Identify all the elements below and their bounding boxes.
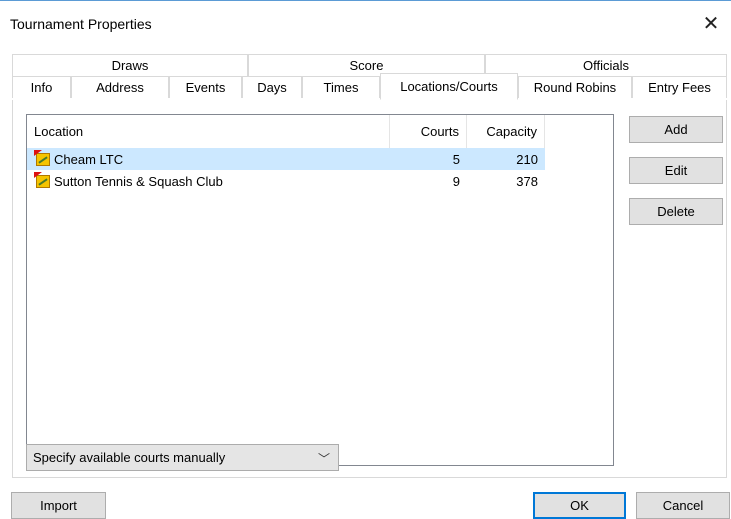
- tab-events[interactable]: Events: [169, 76, 242, 98]
- list-item[interactable]: Cheam LTC 5 210: [27, 148, 545, 170]
- edit-button[interactable]: Edit: [629, 157, 723, 184]
- chevron-down-icon: ﹀: [317, 452, 330, 466]
- capacity-cell: 378: [516, 173, 538, 189]
- capacity-cell: 210: [516, 151, 538, 167]
- tennis-court-icon: [34, 172, 52, 190]
- close-icon: ✕: [702, 12, 720, 35]
- location-cell: Cheam LTC: [34, 148, 123, 170]
- tab-officials[interactable]: Officials: [485, 54, 727, 76]
- location-name: Sutton Tennis & Squash Club: [54, 173, 223, 189]
- courts-cell: 9: [452, 173, 460, 189]
- tab-label: Locations/Courts: [400, 79, 498, 94]
- add-button[interactable]: Add: [629, 116, 723, 143]
- title-bar: Tournament Properties ✕: [0, 1, 731, 41]
- tab-address[interactable]: Address: [71, 76, 169, 98]
- location-cell: Sutton Tennis & Squash Club: [34, 170, 223, 192]
- tab-draws[interactable]: Draws: [12, 54, 248, 76]
- tab-label: Events: [185, 80, 226, 95]
- courts-mode-dropdown[interactable]: Specify available courts manually ﹀: [26, 444, 339, 471]
- ok-button[interactable]: OK: [533, 492, 626, 519]
- delete-button[interactable]: Delete: [629, 198, 723, 225]
- location-name: Cheam LTC: [54, 151, 124, 167]
- list-item[interactable]: Sutton Tennis & Squash Club 9 378: [27, 170, 545, 192]
- tab-label: Address: [96, 80, 144, 95]
- tab-info[interactable]: Info: [12, 76, 71, 98]
- tab-locations-courts[interactable]: Locations/Courts: [380, 73, 518, 100]
- tab-label: Times: [323, 80, 359, 95]
- list-header: Location Courts Capacity: [27, 115, 613, 148]
- dropdown-value: Specify available courts manually: [33, 450, 226, 465]
- import-button[interactable]: Import: [11, 492, 106, 519]
- dialog-title: Tournament Properties: [10, 16, 152, 32]
- tab-label: Draws: [111, 58, 149, 73]
- column-label: Courts: [420, 124, 459, 139]
- cancel-button[interactable]: Cancel: [636, 492, 730, 519]
- tennis-court-icon: [34, 150, 52, 168]
- tab-label: Info: [30, 80, 53, 95]
- tab-round-robins[interactable]: Round Robins: [518, 76, 632, 98]
- tab-label: Entry Fees: [648, 80, 711, 95]
- tab-label: Round Robins: [533, 80, 617, 95]
- column-label: Capacity: [486, 124, 537, 139]
- tab-days[interactable]: Days: [242, 76, 302, 98]
- tab-times[interactable]: Times: [302, 76, 380, 98]
- column-header-location[interactable]: Location: [27, 115, 390, 148]
- tournament-properties-dialog: Tournament Properties ✕ Draws Score Offi…: [0, 0, 731, 519]
- locations-list[interactable]: Location Courts Capacity Cheam LTC 5 210…: [26, 114, 614, 466]
- column-label: Location: [34, 124, 84, 139]
- courts-cell: 5: [452, 151, 460, 167]
- column-header-courts[interactable]: Courts: [390, 115, 467, 148]
- close-button[interactable]: ✕: [691, 9, 731, 37]
- tab-label: Days: [257, 80, 287, 95]
- tab-entry-fees[interactable]: Entry Fees: [632, 76, 727, 98]
- column-header-capacity[interactable]: Capacity: [467, 115, 545, 148]
- tab-label: Officials: [583, 58, 629, 73]
- tab-label: Score: [349, 58, 384, 73]
